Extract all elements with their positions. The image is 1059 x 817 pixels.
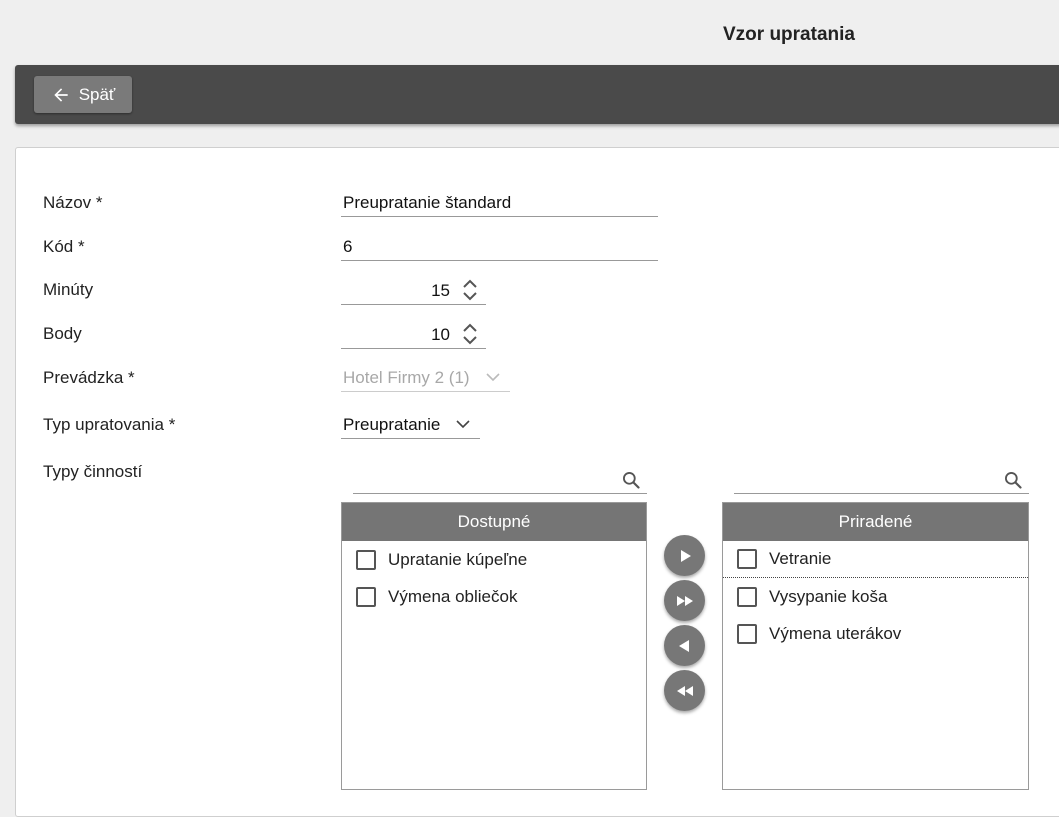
checkbox[interactable] [356, 549, 376, 570]
checkbox[interactable] [356, 586, 376, 607]
name-value: Preupratanie štandard [343, 193, 512, 212]
assigned-header: Priradené [723, 503, 1028, 541]
list-item[interactable]: Výmena obliečok [342, 578, 646, 615]
code-label: Kód * [43, 237, 85, 256]
arrow-left-icon [54, 87, 68, 102]
list-item-label: Vysypanie koša [769, 586, 888, 606]
form-card: Názov * Preupratanie štandard Kód * 6 Mi… [15, 147, 1059, 817]
move-all-right-button[interactable] [664, 580, 705, 621]
facility-select: Hotel Firmy 2 (1) [341, 362, 510, 392]
points-value: 10 [431, 325, 450, 344]
chevron-down-icon [486, 373, 500, 382]
assigned-search-input[interactable] [734, 464, 1029, 494]
search-icon [623, 472, 640, 489]
available-search-input[interactable] [353, 464, 647, 494]
checkbox[interactable] [737, 586, 757, 607]
move-left-button[interactable] [664, 625, 705, 666]
available-header: Dostupné [342, 503, 646, 541]
spinner-icon[interactable] [462, 279, 478, 301]
facility-value: Hotel Firmy 2 (1) [343, 368, 470, 387]
facility-label: Prevádzka * [43, 368, 135, 387]
cleaning-type-select[interactable]: Preupratanie [341, 409, 480, 439]
assigned-listbox: Priradené Vetranie Vysypanie koša Výmena… [722, 502, 1029, 790]
cleaning-type-value: Preupratanie [343, 415, 441, 434]
chevron-down-icon [456, 420, 470, 429]
list-item[interactable]: Vysypanie koša [723, 578, 1028, 615]
name-field[interactable]: Preupratanie štandard [341, 187, 658, 217]
toolbar: Späť [15, 65, 1059, 124]
available-listbox: Dostupné Upratanie kúpeľne Výmena oblieč… [341, 502, 647, 790]
list-item-label: Výmena uterákov [769, 623, 902, 643]
list-item-label: Výmena obliečok [388, 586, 518, 606]
move-all-left-button[interactable] [664, 670, 705, 711]
minutes-value: 15 [431, 281, 450, 300]
list-item-label: Upratanie kúpeľne [388, 549, 528, 569]
list-item[interactable]: Výmena uterákov [723, 615, 1028, 652]
back-button[interactable]: Späť [34, 76, 132, 113]
move-right-button[interactable] [664, 535, 705, 576]
points-label: Body [43, 324, 82, 343]
list-item[interactable]: Upratanie kúpeľne [342, 541, 646, 578]
checkbox[interactable] [737, 549, 757, 569]
move-all-left-icon [676, 685, 693, 696]
page-title: Vzor upratania [723, 24, 855, 45]
activity-types-label: Typy činností [43, 462, 143, 481]
move-right-icon [680, 549, 691, 562]
back-button-label: Späť [78, 84, 116, 104]
move-all-right-icon [676, 595, 693, 606]
checkbox[interactable] [737, 623, 757, 644]
list-item-label: Vetranie [769, 549, 832, 568]
minutes-label: Minúty [43, 280, 94, 299]
cleaning-type-label: Typ upratovania * [43, 415, 176, 434]
points-stepper[interactable]: 10 [341, 319, 486, 349]
move-left-icon [678, 639, 689, 652]
minutes-stepper[interactable]: 15 [341, 275, 486, 305]
search-icon [1005, 472, 1022, 489]
name-label: Názov * [43, 193, 103, 212]
code-value: 6 [343, 237, 353, 256]
list-item[interactable]: Vetranie [723, 541, 1028, 578]
code-field[interactable]: 6 [341, 231, 658, 261]
spinner-icon[interactable] [462, 323, 478, 345]
